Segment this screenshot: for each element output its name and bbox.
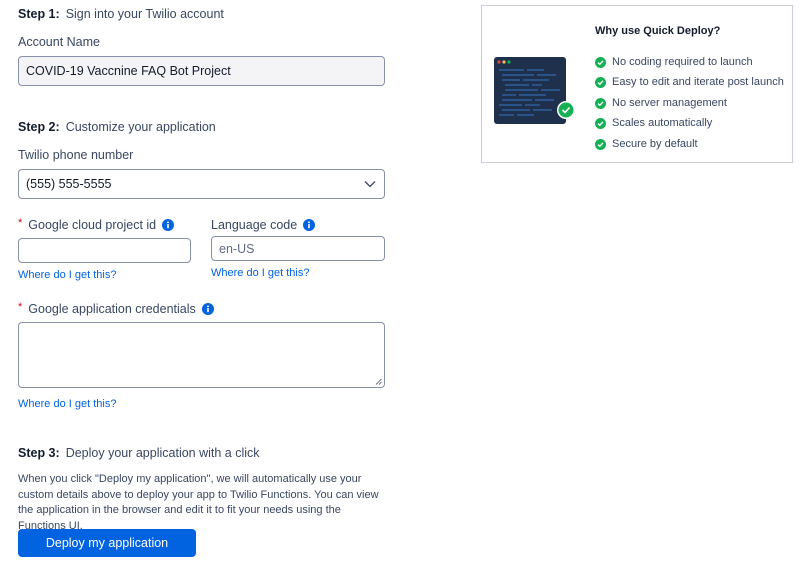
step3-title: Deploy your application with a click bbox=[65, 446, 260, 460]
benefit-item: Scales automatically bbox=[595, 117, 712, 129]
benefit-item: No coding required to launch bbox=[595, 56, 753, 68]
deploy-button[interactable]: Deploy my application bbox=[18, 529, 196, 557]
required-indicator: * bbox=[18, 217, 23, 229]
check-circle-icon bbox=[595, 76, 606, 88]
resize-handle-icon[interactable] bbox=[375, 378, 382, 385]
step2-number: Step 2: bbox=[18, 120, 60, 134]
phone-number-value: (555) 555-5555 bbox=[26, 177, 112, 191]
account-name-value: COVID-19 Vaccnine FAQ Bot Project bbox=[26, 64, 231, 78]
language-code-label-group: Language code bbox=[211, 218, 316, 232]
check-circle-icon bbox=[595, 138, 606, 150]
step2-title: Customize your application bbox=[65, 120, 216, 134]
account-name-label: Account Name bbox=[18, 35, 100, 49]
step1-heading: Step 1: Sign into your Twilio account bbox=[18, 7, 224, 21]
project-id-label-group: * Google cloud project id bbox=[18, 217, 175, 232]
check-circle-icon bbox=[595, 56, 606, 68]
info-icon[interactable] bbox=[303, 219, 316, 231]
required-indicator: * bbox=[18, 301, 23, 313]
credentials-label-group: * Google application credentials bbox=[18, 301, 214, 316]
step3-heading: Step 3: Deploy your application with a cl… bbox=[18, 446, 260, 460]
phone-number-select[interactable]: (555) 555-5555 bbox=[18, 169, 385, 199]
project-id-label: Google cloud project id bbox=[28, 218, 157, 232]
phone-number-label: Twilio phone number bbox=[18, 148, 134, 162]
benefit-item: Easy to edit and iterate post launch bbox=[595, 76, 784, 88]
check-circle-icon bbox=[595, 97, 606, 109]
benefit-label: No server management bbox=[612, 97, 727, 109]
info-icon[interactable] bbox=[162, 219, 175, 231]
credentials-help-link[interactable]: Where do I get this? bbox=[18, 398, 116, 410]
language-code-help-link[interactable]: Where do I get this? bbox=[211, 267, 309, 279]
deploy-button-label: Deploy my application bbox=[45, 536, 169, 550]
step3-description: When you click "Deploy my application", … bbox=[18, 473, 379, 532]
check-circle-icon bbox=[595, 117, 606, 129]
benefit-label: Easy to edit and iterate post launch bbox=[612, 76, 784, 88]
step1-number: Step 1: bbox=[18, 7, 60, 21]
code-editor-illustration bbox=[494, 57, 575, 124]
step2-heading: Step 2: Customize your application bbox=[18, 120, 216, 134]
step3-number: Step 3: bbox=[18, 446, 60, 460]
quick-deploy-card: Why use Quick Deploy? No coding required… bbox=[481, 5, 793, 163]
chevron-down-icon bbox=[364, 181, 376, 188]
project-id-input[interactable] bbox=[18, 238, 191, 263]
benefit-label: No coding required to launch bbox=[612, 56, 753, 68]
info-icon[interactable] bbox=[201, 303, 214, 315]
credentials-textarea[interactable] bbox=[18, 322, 385, 388]
benefit-label: Scales automatically bbox=[612, 117, 713, 129]
step1-title: Sign into your Twilio account bbox=[65, 7, 224, 21]
project-id-help-link[interactable]: Where do I get this? bbox=[18, 269, 116, 281]
language-code-label: Language code bbox=[211, 218, 298, 232]
benefit-item: Secure by default bbox=[595, 138, 698, 150]
account-name-field[interactable]: COVID-19 Vaccnine FAQ Bot Project bbox=[18, 56, 385, 86]
benefit-item: No server management bbox=[595, 97, 727, 109]
card-title: Why use Quick Deploy? bbox=[595, 25, 721, 37]
benefit-label: Secure by default bbox=[612, 138, 698, 150]
language-code-input[interactable]: en-US bbox=[211, 236, 385, 261]
language-code-placeholder: en-US bbox=[219, 241, 255, 256]
credentials-label: Google application credentials bbox=[28, 302, 196, 316]
